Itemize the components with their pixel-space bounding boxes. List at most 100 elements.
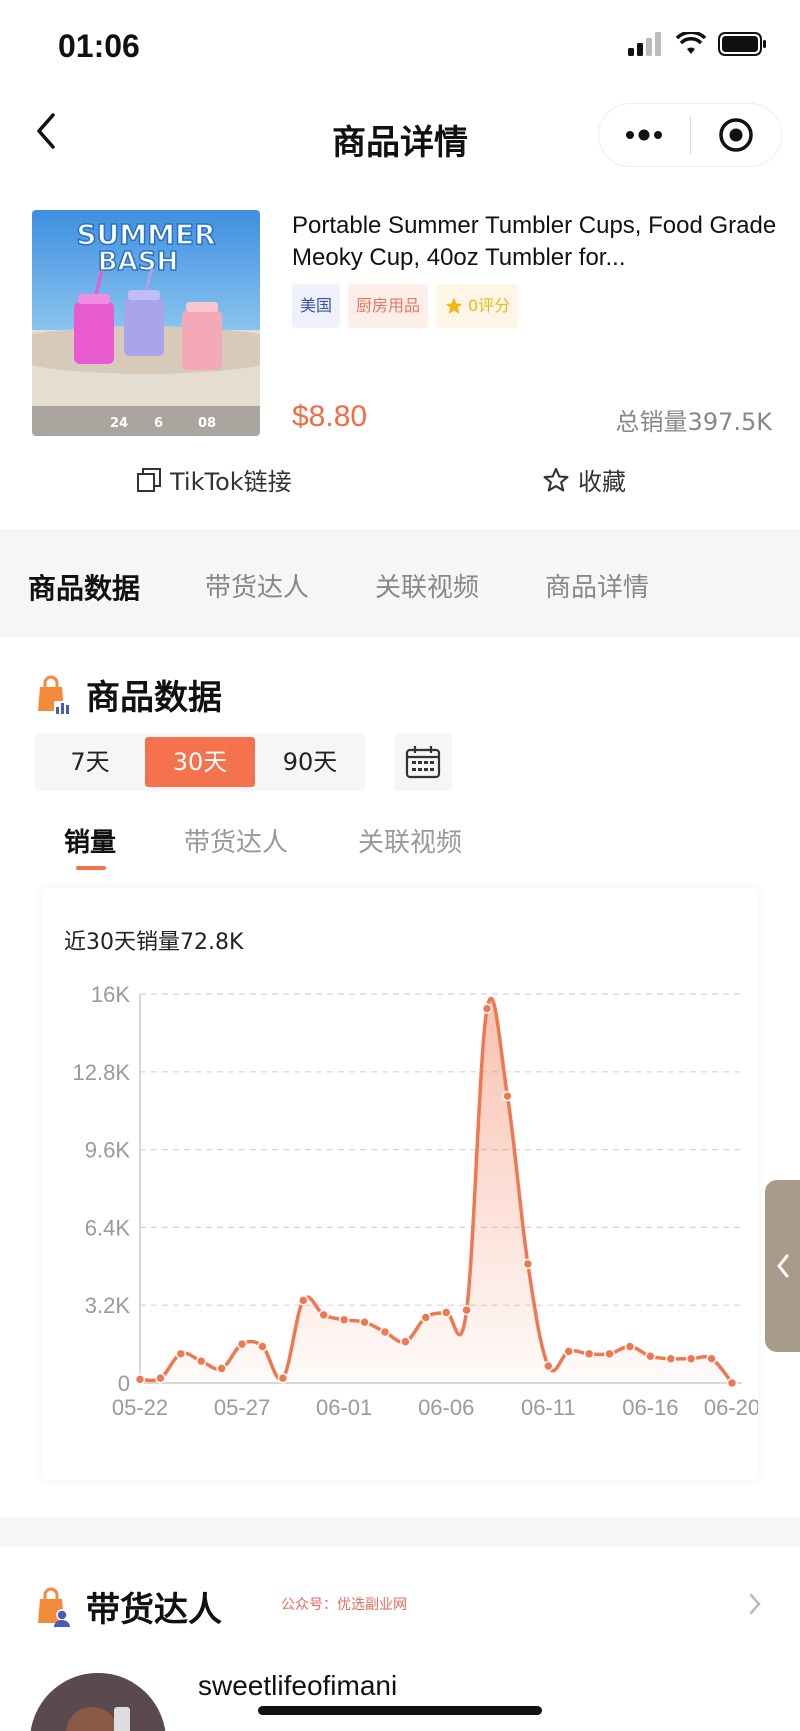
sales-point[interactable] bbox=[400, 1336, 411, 1347]
x-tick-label: 06-16 bbox=[622, 1395, 678, 1420]
sales-point[interactable] bbox=[134, 1374, 146, 1385]
product-image[interactable]: SUMMER BASH 24 6 08 bbox=[32, 210, 260, 436]
influencer-section-title: 带货达人 bbox=[86, 1590, 222, 1630]
product-info: Portable Summer Tumbler Cups, Food Grade… bbox=[292, 210, 792, 328]
total-sales: 总销量397.5K bbox=[615, 408, 772, 436]
copy-icon bbox=[137, 467, 161, 492]
avatar bbox=[30, 1673, 166, 1731]
x-tick-label: 06-11 bbox=[521, 1395, 576, 1420]
influencer-row[interactable]: sweetlifeofimani bbox=[30, 1670, 800, 1731]
sales-point[interactable] bbox=[624, 1341, 636, 1352]
x-tick-label: 05-27 bbox=[214, 1395, 270, 1420]
sales-point[interactable] bbox=[257, 1341, 268, 1352]
subtab-related-videos[interactable]: 关联视频 bbox=[358, 822, 462, 859]
range-90d-button[interactable]: 90天 bbox=[255, 737, 365, 787]
tiktok-link-label: TikTok链接 bbox=[170, 468, 292, 496]
side-drawer-handle[interactable] bbox=[765, 1180, 800, 1352]
subtab-underline bbox=[76, 866, 106, 870]
shopping-bag-chart-icon bbox=[38, 675, 72, 715]
sales-point[interactable] bbox=[440, 1307, 452, 1318]
image-stat-3: 08 bbox=[198, 416, 216, 431]
status-bar: 01:06 bbox=[0, 0, 800, 95]
calendar-icon bbox=[405, 746, 441, 779]
sales-point[interactable] bbox=[645, 1351, 656, 1362]
sales-point[interactable] bbox=[359, 1316, 370, 1328]
sales-point[interactable] bbox=[706, 1353, 717, 1364]
close-miniprogram-button[interactable] bbox=[691, 104, 782, 166]
y-tick-label: 16K bbox=[91, 982, 130, 1007]
sales-point[interactable] bbox=[195, 1355, 207, 1367]
sales-chart-card: 近30天销量72.8K 0 3.2K 6.4K 9.6K 12.8K 16K 05-22 05… bbox=[42, 888, 758, 1480]
main-tabs: 商品数据 带货达人 关联视频 商品详情 bbox=[0, 529, 800, 637]
tiktok-link-button[interactable]: TikTok链接 bbox=[136, 462, 292, 497]
tab-influencers[interactable]: 带货达人 bbox=[205, 567, 309, 604]
data-section-header: 商品数据 bbox=[34, 670, 222, 719]
sales-point[interactable] bbox=[726, 1377, 738, 1389]
influencer-section-header[interactable]: 带货达人 bbox=[34, 1582, 222, 1631]
product-title: Portable Summer Tumbler Cups, Food Grade… bbox=[292, 212, 777, 271]
sales-point[interactable] bbox=[604, 1348, 615, 1360]
subtab-influencers[interactable]: 带货达人 bbox=[184, 822, 288, 859]
star-outline-icon bbox=[543, 467, 569, 492]
rating-label: 0评分 bbox=[468, 296, 511, 315]
x-tick-label: 06-06 bbox=[418, 1395, 474, 1420]
sales-point[interactable] bbox=[175, 1348, 187, 1360]
battery-icon bbox=[718, 32, 766, 56]
sales-point[interactable] bbox=[379, 1326, 391, 1338]
chevron-right-icon[interactable] bbox=[748, 1592, 762, 1616]
sales-point[interactable] bbox=[155, 1372, 166, 1384]
tab-product-data[interactable]: 商品数据 bbox=[28, 567, 140, 607]
y-tick-label: 9.6K bbox=[85, 1138, 131, 1163]
y-tick-label: 0 bbox=[118, 1371, 130, 1396]
y-tick-label: 3.2K bbox=[85, 1293, 131, 1318]
sales-point[interactable] bbox=[481, 1003, 493, 1014]
calendar-button[interactable] bbox=[394, 733, 452, 791]
sales-point[interactable] bbox=[685, 1353, 697, 1364]
more-button[interactable] bbox=[599, 104, 690, 166]
sales-area bbox=[140, 998, 732, 1383]
tab-product-details[interactable]: 商品详情 bbox=[545, 567, 649, 604]
shopping-bag-user-icon bbox=[38, 1587, 70, 1627]
rating-tag: 0评分 bbox=[436, 284, 519, 328]
sales-point[interactable] bbox=[338, 1314, 350, 1326]
range-7d-button[interactable]: 7天 bbox=[35, 737, 145, 787]
sales-chart: 0 3.2K 6.4K 9.6K 12.8K 16K 05-22 05-27 06-01 06-0… bbox=[73, 982, 759, 1420]
sales-point[interactable] bbox=[461, 1304, 472, 1316]
x-tick-label: 05-22 bbox=[112, 1395, 168, 1420]
x-tick-label: 06-01 bbox=[316, 1395, 372, 1420]
watermark-text: 公众号：优选副业网 bbox=[281, 1597, 407, 1613]
action-row: TikTok链接 收藏 bbox=[0, 462, 800, 506]
sales-point[interactable] bbox=[543, 1360, 554, 1372]
sales-point[interactable] bbox=[277, 1372, 289, 1384]
range-30d-button[interactable]: 30天 bbox=[145, 737, 255, 787]
sales-point[interactable] bbox=[522, 1258, 534, 1270]
more-dots-icon bbox=[626, 129, 663, 141]
country-tag: 美国 bbox=[292, 284, 341, 328]
sales-point[interactable] bbox=[318, 1309, 329, 1321]
image-stat-2: 6 bbox=[154, 416, 163, 431]
sales-point[interactable] bbox=[502, 1090, 513, 1102]
sales-point[interactable] bbox=[420, 1312, 432, 1323]
target-icon bbox=[719, 118, 753, 152]
chevron-left-icon bbox=[776, 1254, 788, 1278]
tab-related-videos[interactable]: 关联视频 bbox=[375, 567, 479, 604]
data-section-title: 商品数据 bbox=[86, 678, 222, 718]
signal-icon bbox=[628, 32, 661, 56]
section-divider bbox=[0, 1517, 800, 1547]
product-summary: SUMMER BASH 24 6 08 Portable Summer Tumb… bbox=[32, 210, 776, 436]
category-tag: 厨房用品 bbox=[348, 284, 429, 328]
sales-point[interactable] bbox=[583, 1348, 595, 1360]
sales-point[interactable] bbox=[665, 1353, 677, 1364]
sales-point[interactable] bbox=[216, 1363, 227, 1374]
favorite-label: 收藏 bbox=[578, 468, 626, 496]
sales-point[interactable] bbox=[236, 1338, 248, 1350]
x-tick-label: 06-20 bbox=[704, 1395, 758, 1420]
subtab-sales[interactable]: 销量 bbox=[64, 822, 116, 859]
status-icons bbox=[628, 32, 768, 56]
sales-point[interactable] bbox=[298, 1295, 309, 1306]
sales-point[interactable] bbox=[563, 1346, 574, 1357]
product-price: $8.80 bbox=[292, 400, 368, 433]
status-time: 01:06 bbox=[58, 28, 140, 64]
star-icon bbox=[445, 297, 463, 314]
favorite-button[interactable]: 收藏 bbox=[542, 462, 626, 497]
